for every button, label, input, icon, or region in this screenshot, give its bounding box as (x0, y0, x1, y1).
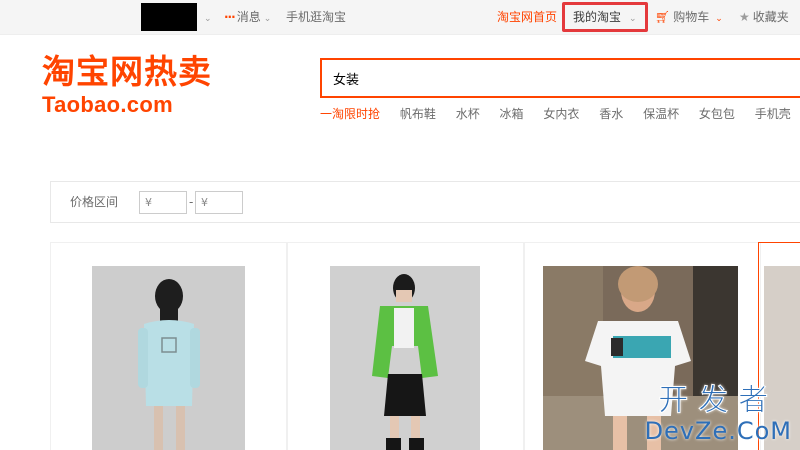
hot-search-links: 一淘限时抢 帆布鞋 水杯 冰箱 女内衣 香水 保温杯 女包包 手机壳 (320, 105, 800, 123)
my-taobao-menu[interactable]: 我的淘宝 ⌄ (562, 2, 648, 32)
price-filter-bar: 价格区间 ¥ - ¥ (50, 181, 800, 223)
price-max-input[interactable]: ¥ (195, 191, 243, 214)
hot-link[interactable]: 一淘限时抢 (320, 107, 380, 121)
chevron-down-icon: ⌄ (263, 14, 272, 24)
star-icon: ★ (739, 10, 750, 24)
product-card[interactable] (50, 242, 287, 450)
product-image[interactable] (92, 266, 245, 450)
hot-link[interactable]: 保温杯 (643, 107, 679, 121)
hot-link[interactable]: 手机壳 (755, 107, 791, 121)
username-redacted[interactable] (141, 3, 197, 31)
site-topbar: ⌄ ··· 消息 ⌄ 手机逛淘宝 淘宝网首页 我的淘宝 ⌄ 🛒︎ 购物车 ⌄ ★ 收藏夹 (0, 0, 800, 35)
dots-icon: ··· (224, 10, 236, 24)
logo-chinese: 淘宝网热卖 (42, 52, 212, 91)
hot-link[interactable]: 水杯 (456, 107, 480, 121)
search-input[interactable] (322, 60, 800, 96)
messages-link[interactable]: ··· 消息 ⌄ (224, 0, 271, 35)
woman-green-blazer-image (330, 266, 480, 450)
chevron-down-icon: ⌄ (204, 14, 212, 24)
price-range-dash: - (189, 195, 194, 209)
favorites-label: 收藏夹 (752, 10, 789, 24)
cart-link[interactable]: 🛒︎ 购物车 ⌄ (655, 0, 723, 35)
logo-english: Taobao.com (42, 92, 173, 117)
watermark-chinese: 开发者 (658, 383, 779, 418)
home-label: 淘宝网首页 (497, 10, 558, 24)
search-box (320, 58, 800, 98)
chevron-down-icon: ⌄ (715, 14, 723, 24)
mobile-taobao-link[interactable]: 手机逛淘宝 (286, 0, 346, 35)
currency-symbol: ¥ (201, 196, 208, 209)
site-logo[interactable]: 淘宝网热卖 Taobao.com (42, 52, 257, 122)
cart-label: 购物车 (673, 10, 710, 24)
favorites-link[interactable]: ★ 收藏夹 (739, 0, 789, 35)
watermark-english: DevZe.CoM (644, 417, 792, 445)
price-min-input[interactable]: ¥ (139, 191, 187, 214)
hot-link[interactable]: 女内衣 (543, 107, 579, 121)
hot-link[interactable]: 女包包 (699, 107, 735, 121)
price-range-label: 价格区间 (70, 195, 119, 209)
taobao-home-link[interactable]: 淘宝网首页 (497, 0, 557, 35)
product-image[interactable] (330, 266, 480, 450)
shopping-cart-icon: 🛒︎ (655, 10, 671, 24)
page: ⌄ ··· 消息 ⌄ 手机逛淘宝 淘宝网首页 我的淘宝 ⌄ 🛒︎ 购物车 ⌄ ★ 收藏夹 淘… (0, 0, 800, 450)
product-card[interactable] (287, 242, 524, 450)
woman-blue-dress-image (92, 266, 245, 450)
user-menu-caret[interactable]: ⌄ (201, 0, 212, 35)
watermark: 开发者 DevZe.CoM (644, 383, 792, 445)
chevron-down-icon: ⌄ (629, 14, 637, 24)
hot-link[interactable]: 香水 (599, 107, 623, 121)
mobile-label: 手机逛淘宝 (286, 10, 347, 24)
hot-link[interactable]: 帆布鞋 (400, 107, 436, 121)
my-taobao-label: 我的淘宝 (573, 10, 622, 24)
hot-link[interactable]: 冰箱 (500, 107, 524, 121)
messages-label: 消息 (236, 10, 261, 24)
currency-symbol: ¥ (145, 196, 152, 209)
